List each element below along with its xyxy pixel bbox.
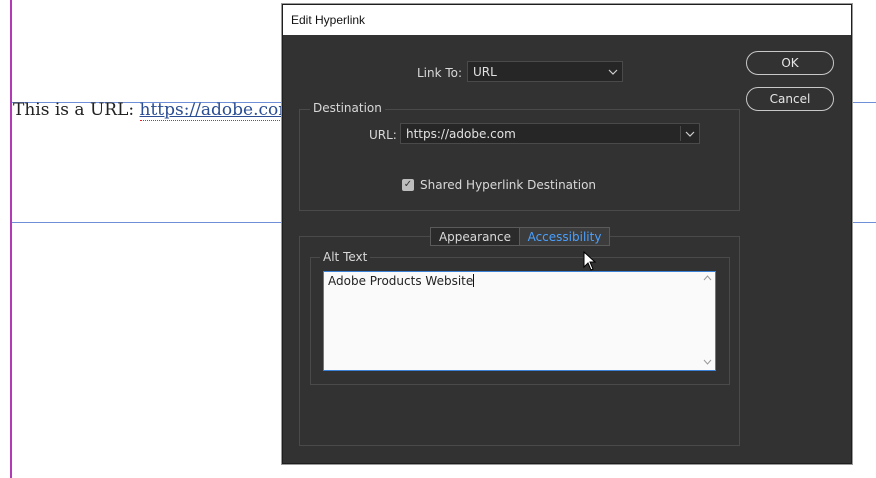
- tab-appearance[interactable]: Appearance: [431, 228, 520, 245]
- document-text-line[interactable]: This is a URL: https://adobe.com: [13, 100, 295, 121]
- checkmark-icon: ✓: [403, 179, 413, 190]
- alt-text-value: Adobe Products Website: [328, 274, 474, 288]
- scroll-down-icon[interactable]: [703, 358, 712, 368]
- ok-button[interactable]: OK: [746, 51, 834, 75]
- dialog-titlebar[interactable]: Edit Hyperlink: [283, 5, 851, 35]
- destination-group-title: Destination: [310, 101, 385, 115]
- scroll-up-icon[interactable]: [703, 274, 712, 284]
- chevron-down-icon: [604, 62, 622, 81]
- url-combobox[interactable]: https://adobe.com: [400, 123, 700, 144]
- edit-hyperlink-dialog: Edit Hyperlink Link To: URL OK Cancel De…: [282, 4, 852, 464]
- link-to-value: URL: [473, 64, 497, 79]
- link-to-label: Link To:: [417, 66, 463, 80]
- link-to-dropdown[interactable]: URL: [467, 61, 623, 82]
- url-label: URL:: [369, 128, 397, 142]
- guide-line-bottom-left: [12, 222, 282, 223]
- margin-guide-vertical: [10, 0, 12, 478]
- chevron-down-icon[interactable]: [681, 124, 699, 143]
- document-hyperlink[interactable]: https://adobe.com: [139, 100, 295, 121]
- mouse-pointer-icon: [583, 251, 597, 271]
- tab-bar: Appearance Accessibility: [430, 227, 610, 246]
- alt-text-textarea[interactable]: Adobe Products Website: [323, 271, 716, 371]
- tab-accessibility[interactable]: Accessibility: [520, 228, 609, 245]
- dialog-title: Edit Hyperlink: [291, 13, 366, 27]
- document-text-prefix: This is a URL:: [13, 100, 140, 120]
- text-caret: [473, 274, 475, 287]
- alt-text-group-title: Alt Text: [320, 250, 371, 264]
- url-value: https://adobe.com: [406, 126, 516, 141]
- guide-line-bottom-right: [850, 222, 876, 223]
- shared-destination-checkbox[interactable]: ✓: [402, 179, 414, 191]
- shared-destination-label[interactable]: Shared Hyperlink Destination: [420, 178, 596, 192]
- guide-line-top-right: [850, 102, 876, 103]
- cancel-button[interactable]: Cancel: [746, 87, 834, 111]
